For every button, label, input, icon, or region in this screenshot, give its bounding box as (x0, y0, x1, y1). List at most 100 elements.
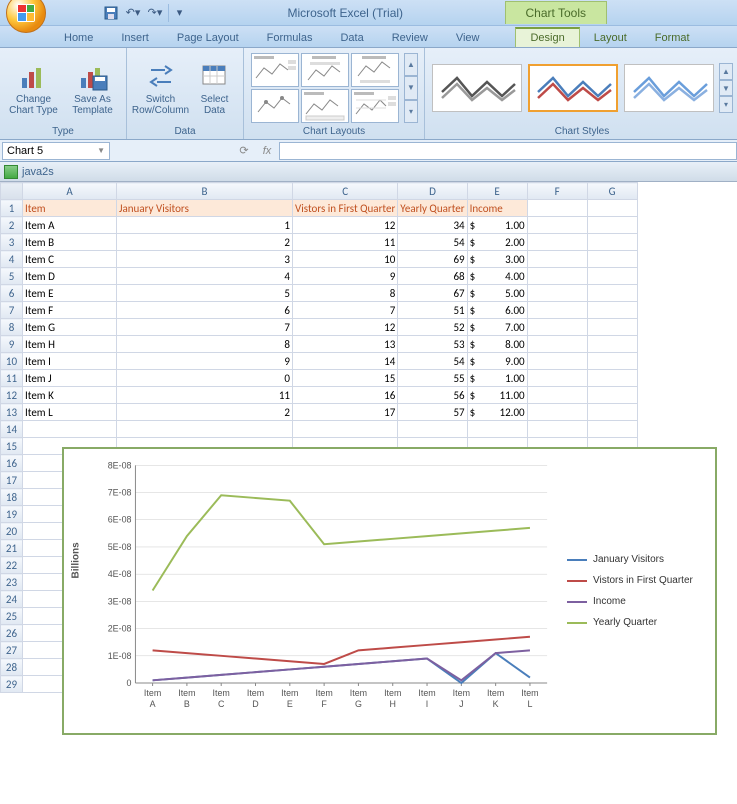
cell[interactable]: 68 (398, 268, 467, 285)
layout-thumb-6[interactable] (351, 89, 399, 123)
cell[interactable]: Item H (23, 336, 117, 353)
column-header[interactable]: B (117, 183, 293, 200)
cell[interactable] (527, 370, 587, 387)
cell[interactable]: Item I (23, 353, 117, 370)
cell[interactable]: Item D (23, 268, 117, 285)
tab-review[interactable]: Review (378, 29, 442, 47)
cell[interactable]: $4.00 (467, 268, 527, 285)
column-header[interactable]: A (23, 183, 117, 200)
cell[interactable]: 13 (293, 336, 398, 353)
qat-customize-icon[interactable]: ▾ (168, 4, 186, 22)
cell[interactable]: 34 (398, 217, 467, 234)
cell[interactable]: Item G (23, 319, 117, 336)
cell[interactable]: 69 (398, 251, 467, 268)
row-header[interactable]: 5 (1, 268, 23, 285)
cell[interactable]: 2 (117, 404, 293, 421)
cell[interactable]: $8.00 (467, 336, 527, 353)
cell[interactable] (293, 421, 398, 438)
tab-home[interactable]: Home (50, 29, 107, 47)
row-header[interactable]: 16 (1, 455, 23, 472)
cell[interactable] (398, 421, 467, 438)
column-header[interactable]: F (527, 183, 587, 200)
cell[interactable] (587, 268, 637, 285)
cell[interactable] (587, 200, 637, 217)
tab-layout[interactable]: Layout (580, 29, 641, 47)
row-header[interactable]: 21 (1, 540, 23, 557)
cell[interactable] (527, 268, 587, 285)
cell[interactable]: 10 (293, 251, 398, 268)
cell[interactable]: $3.00 (467, 251, 527, 268)
cell[interactable] (527, 336, 587, 353)
cell[interactable]: 8 (117, 336, 293, 353)
cell[interactable]: 5 (117, 285, 293, 302)
cell[interactable]: $5.00 (467, 285, 527, 302)
cell[interactable]: Item J (23, 370, 117, 387)
cell[interactable]: Item C (23, 251, 117, 268)
redo-icon[interactable]: ↷▾ (146, 4, 164, 22)
tab-design[interactable]: Design (515, 27, 579, 47)
cell[interactable] (587, 336, 637, 353)
layouts-scroll[interactable]: ▲▼▾ (404, 53, 418, 123)
cell[interactable]: 51 (398, 302, 467, 319)
row-header[interactable]: 9 (1, 336, 23, 353)
worksheet[interactable]: ABCDEFG1ItemJanuary VisitorsVistors in F… (0, 182, 737, 693)
cell[interactable] (587, 217, 637, 234)
cell[interactable]: 14 (293, 353, 398, 370)
cell[interactable]: 4 (117, 268, 293, 285)
row-header[interactable]: 13 (1, 404, 23, 421)
cell[interactable]: Item A (23, 217, 117, 234)
row-header[interactable]: 29 (1, 676, 23, 693)
cell[interactable]: $2.00 (467, 234, 527, 251)
row-header[interactable]: 10 (1, 353, 23, 370)
cell[interactable]: Item F (23, 302, 117, 319)
cell[interactable]: 15 (293, 370, 398, 387)
cell[interactable] (527, 387, 587, 404)
style-thumb-1[interactable] (432, 64, 522, 112)
cell[interactable]: Item E (23, 285, 117, 302)
switch-row-column-button[interactable]: Switch Row/Column (133, 53, 188, 123)
row-header[interactable]: 8 (1, 319, 23, 336)
tab-formulas[interactable]: Formulas (253, 29, 327, 47)
cell[interactable] (587, 421, 637, 438)
cell[interactable]: 2 (117, 234, 293, 251)
row-header[interactable]: 25 (1, 608, 23, 625)
tab-data[interactable]: Data (326, 29, 377, 47)
formula-input[interactable] (279, 142, 737, 160)
cell[interactable]: 54 (398, 234, 467, 251)
header-cell[interactable]: Item (23, 200, 117, 217)
cell[interactable]: Item K (23, 387, 117, 404)
fx-icon[interactable]: fx (257, 142, 277, 160)
save-as-template-button[interactable]: Save As Template (65, 53, 120, 123)
cell[interactable] (587, 302, 637, 319)
cell[interactable]: 17 (293, 404, 398, 421)
cell[interactable]: 0 (117, 370, 293, 387)
undo-icon[interactable]: ↶▾ (124, 4, 142, 22)
cell[interactable]: $11.00 (467, 387, 527, 404)
cell[interactable]: 6 (117, 302, 293, 319)
cancel-icon[interactable]: ⟳ (232, 142, 256, 160)
row-header[interactable]: 11 (1, 370, 23, 387)
cell[interactable] (587, 370, 637, 387)
row-header[interactable]: 18 (1, 489, 23, 506)
style-thumb-3[interactable] (624, 64, 714, 112)
row-header[interactable]: 6 (1, 285, 23, 302)
cell[interactable]: $7.00 (467, 319, 527, 336)
cell[interactable]: 57 (398, 404, 467, 421)
cell[interactable] (467, 421, 527, 438)
cell[interactable] (527, 217, 587, 234)
header-cell[interactable]: January Visitors (117, 200, 293, 217)
cell[interactable] (527, 200, 587, 217)
select-all-corner[interactable] (1, 183, 23, 200)
row-header[interactable]: 15 (1, 438, 23, 455)
cell[interactable] (117, 421, 293, 438)
cell[interactable]: 9 (117, 353, 293, 370)
header-cell[interactable]: Yearly Quarter (398, 200, 467, 217)
cell[interactable]: $1.00 (467, 370, 527, 387)
row-header[interactable]: 1 (1, 200, 23, 217)
style-thumb-2[interactable] (528, 64, 618, 112)
row-header[interactable]: 19 (1, 506, 23, 523)
cell[interactable]: 55 (398, 370, 467, 387)
header-cell[interactable]: Vistors in First Quarter (293, 200, 398, 217)
select-data-button[interactable]: Select Data (192, 53, 237, 123)
cell[interactable]: 11 (293, 234, 398, 251)
